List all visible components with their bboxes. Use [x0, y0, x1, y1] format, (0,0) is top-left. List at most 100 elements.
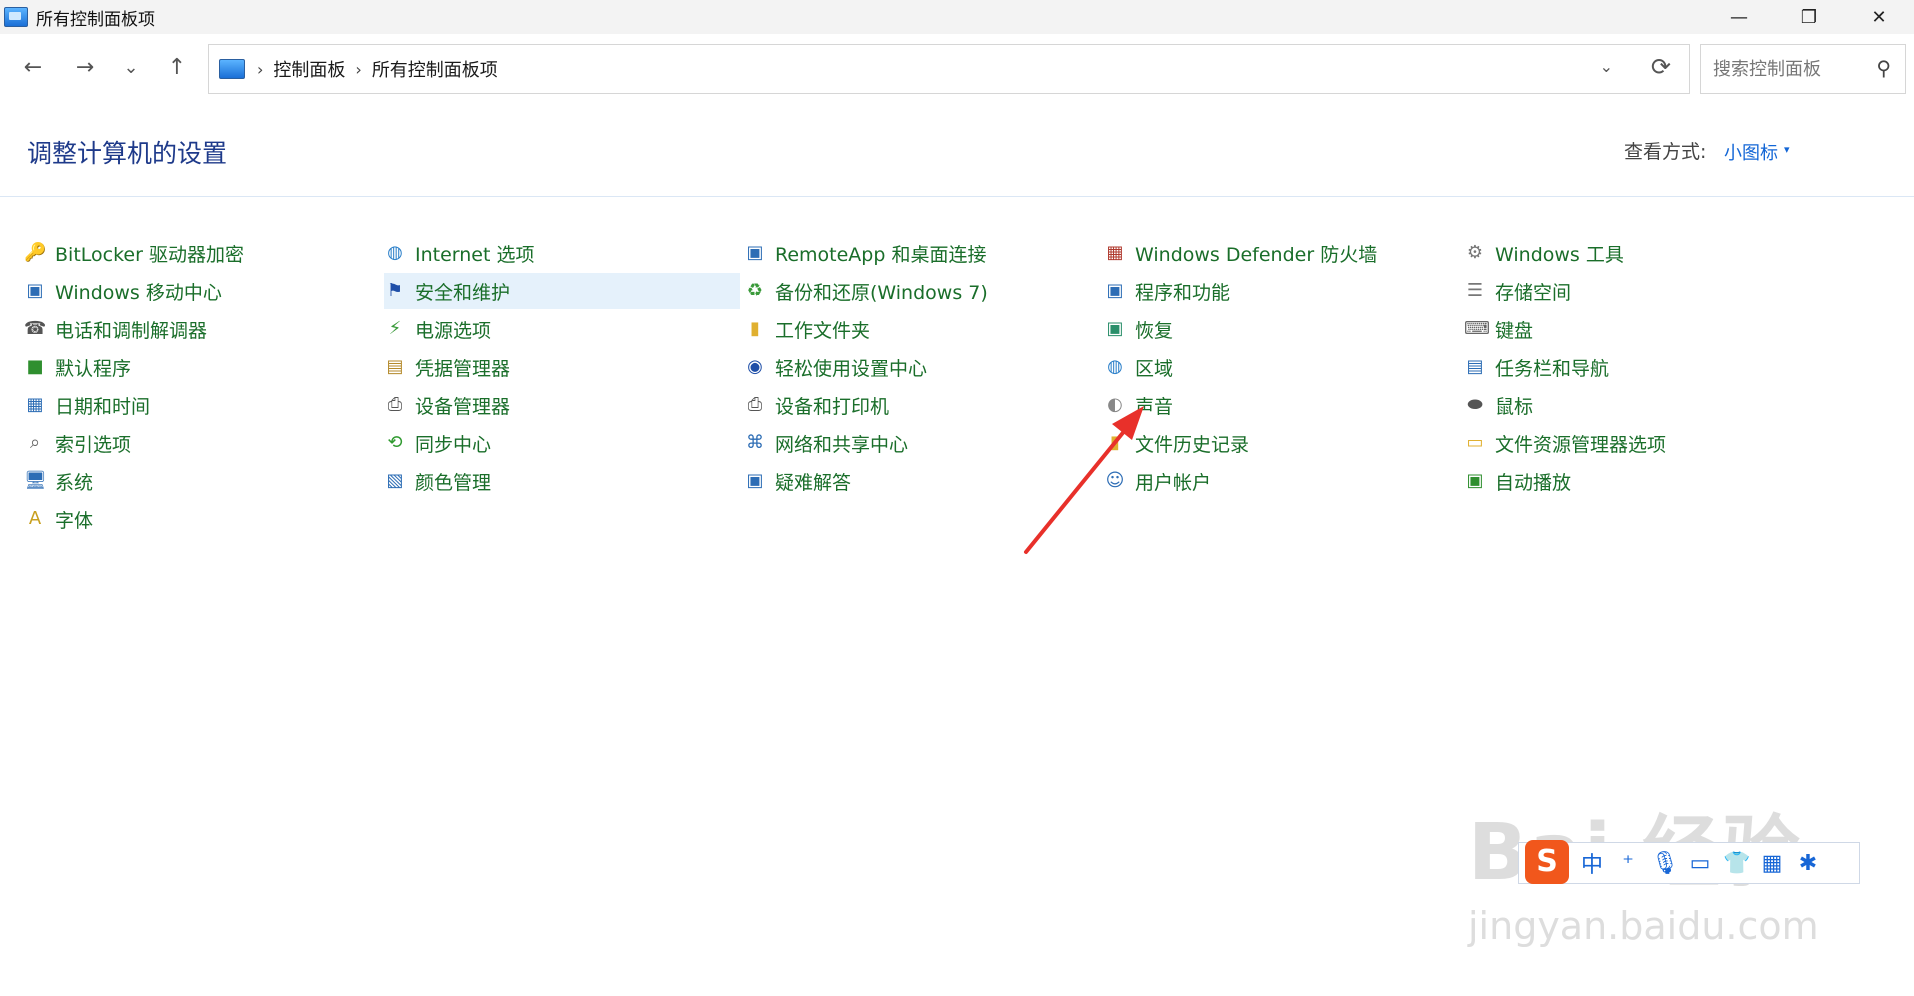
sync-center-icon: ⟲ [387, 432, 403, 453]
item-label: 安全和维护 [415, 281, 511, 304]
item-recovery[interactable]: ▣ 恢复 [1104, 311, 1460, 347]
back-button[interactable]: ← [10, 34, 56, 100]
forward-button[interactable]: → [62, 34, 108, 100]
item-label: 文件资源管理器选项 [1495, 433, 1667, 456]
item-label: 系统 [55, 471, 94, 494]
breadcrumb-all-items[interactable]: 所有控制面板项 [372, 56, 498, 82]
file-explorer-options-icon: ▭ [1466, 432, 1484, 453]
item-label: 设备和打印机 [775, 395, 890, 418]
mobility-center-icon: ▣ [26, 280, 44, 301]
page-title: 调整计算机的设置 [27, 139, 228, 168]
item-label: 颜色管理 [415, 471, 492, 494]
address-bar[interactable]: › 控制面板 › 所有控制面板项 ⌄ ⟳ [208, 44, 1690, 94]
item-network-sharing[interactable]: ⌘ 网络和共享中心 [744, 425, 1100, 461]
troubleshooting-icon: ▣ [746, 470, 764, 491]
ime-toolbar[interactable]: S 中 ⁺ 🎙 ▭ 👕 ▦ ✱ [1518, 840, 1860, 884]
view-by-label: 查看方式: [1624, 141, 1707, 163]
devices-printers-icon: ⎙ [747, 394, 763, 415]
item-user-accounts[interactable]: ☺ 用户帐户 [1104, 463, 1460, 499]
item-phone-modem[interactable]: ☎ 电话和调制解调器 [24, 311, 380, 347]
item-file-history[interactable]: ▮ 文件历史记录 [1104, 425, 1460, 461]
close-button[interactable]: ✕ [1844, 0, 1914, 34]
default-programs-icon: ■ [26, 356, 44, 377]
item-remoteapp[interactable]: ▣ RemoteApp 和桌面连接 [744, 235, 1100, 271]
ime-settings-icon[interactable]: ✱ [1795, 851, 1821, 876]
search-icon[interactable]: ⚲ [1876, 56, 1891, 80]
system-icon: 🖥 [24, 470, 47, 491]
recent-locations-button[interactable]: ⌄ [108, 34, 154, 100]
network-sharing-icon: ⌘ [746, 432, 764, 453]
restore-button[interactable]: ❐ [1774, 0, 1844, 34]
mouse-icon: ⬬ [1467, 394, 1483, 415]
minimize-button[interactable]: — [1704, 0, 1774, 34]
view-by-dropdown[interactable]: 小图标 [1724, 139, 1778, 165]
item-credential-manager[interactable]: ▤ 凭据管理器 [384, 349, 740, 385]
item-programs-features[interactable]: ▣ 程序和功能 [1104, 273, 1460, 309]
item-backup-restore[interactable]: ♻ 备份和还原(Windows 7) [744, 273, 1100, 309]
item-label: 索引选项 [55, 433, 132, 456]
item-indexing-options[interactable]: ⌕ 索引选项 [24, 425, 380, 461]
refresh-button[interactable]: ⟳ [1651, 53, 1671, 81]
breadcrumb-separator: › [257, 59, 264, 79]
item-windows-tools[interactable]: ⚙ Windows 工具 [1464, 235, 1820, 271]
internet-options-icon: ◍ [387, 242, 403, 263]
file-history-icon: ▮ [1110, 432, 1120, 453]
item-label: 恢复 [1135, 319, 1174, 342]
credential-manager-icon: ▤ [386, 356, 404, 377]
keyboard-icon: ⌨ [1464, 318, 1490, 339]
item-power-options[interactable]: ⚡ 电源选项 [384, 311, 740, 347]
region-icon: ◍ [1107, 356, 1123, 377]
item-troubleshooting[interactable]: ▣ 疑难解答 [744, 463, 1100, 499]
item-fonts[interactable]: A 字体 [24, 501, 380, 537]
item-label: 网络和共享中心 [775, 433, 909, 456]
item-internet-options[interactable]: ◍ Internet 选项 [384, 235, 740, 271]
ime-chinese-mode-button[interactable]: 中 [1579, 847, 1605, 879]
item-label: 电话和调制解调器 [55, 319, 208, 342]
item-sound[interactable]: ◐ 声音 [1104, 387, 1460, 423]
ime-punctuation-icon[interactable]: ⁺ [1615, 851, 1641, 876]
item-bitlocker[interactable]: 🔑 BitLocker 驱动器加密 [24, 235, 380, 271]
item-security-maintenance[interactable]: ⚑ 安全和维护 [384, 273, 740, 309]
item-label: 工作文件夹 [775, 319, 871, 342]
bitlocker-icon: 🔑 [24, 242, 47, 263]
ime-toolbox-icon[interactable]: ▦ [1759, 851, 1785, 876]
item-color-management[interactable]: ▧ 颜色管理 [384, 463, 740, 499]
item-mouse[interactable]: ⬬ 鼠标 [1464, 387, 1820, 423]
item-label: 疑难解答 [775, 471, 852, 494]
address-dropdown-button[interactable]: ⌄ [1600, 57, 1613, 76]
item-autoplay[interactable]: ▣ 自动播放 [1464, 463, 1820, 499]
item-default-programs[interactable]: ■ 默认程序 [24, 349, 380, 385]
ime-skin-icon[interactable]: 👕 [1723, 851, 1750, 876]
remoteapp-icon: ▣ [746, 242, 764, 263]
search-box[interactable]: ⚲ [1700, 44, 1906, 94]
up-button[interactable]: ↑ [154, 34, 200, 100]
item-firewall[interactable]: ▦ Windows Defender 防火墙 [1104, 235, 1460, 271]
sogou-logo-icon[interactable]: S [1525, 840, 1569, 884]
item-work-folders[interactable]: ▮ 工作文件夹 [744, 311, 1100, 347]
item-device-manager[interactable]: ⎙ 设备管理器 [384, 387, 740, 423]
item-label: 凭据管理器 [415, 357, 511, 380]
microphone-icon[interactable]: 🎙 [1651, 851, 1679, 876]
item-file-explorer-options[interactable]: ▭ 文件资源管理器选项 [1464, 425, 1820, 461]
item-taskbar-navigation[interactable]: ▤ 任务栏和导航 [1464, 349, 1820, 385]
item-system[interactable]: 🖥 系统 [24, 463, 380, 499]
item-label: 文件历史记录 [1135, 433, 1250, 456]
item-label: RemoteApp 和桌面连接 [775, 243, 987, 266]
device-manager-icon: ⎙ [387, 394, 403, 415]
breadcrumb-control-panel[interactable]: 控制面板 [273, 56, 345, 82]
item-region[interactable]: ◍ 区域 [1104, 349, 1460, 385]
item-date-time[interactable]: ▦ 日期和时间 [24, 387, 380, 423]
ime-keyboard-icon[interactable]: ▭ [1687, 851, 1713, 876]
item-label: 存储空间 [1495, 281, 1572, 304]
item-keyboard[interactable]: ⌨ 键盘 [1464, 311, 1820, 347]
search-input[interactable] [1711, 57, 1875, 81]
backup-restore-icon: ♻ [746, 280, 764, 301]
item-sync-center[interactable]: ⟲ 同步中心 [384, 425, 740, 461]
control-panel-icon [219, 59, 245, 79]
item-ease-of-access[interactable]: ◉ 轻松使用设置中心 [744, 349, 1100, 385]
item-windows-mobility-center[interactable]: ▣ Windows 移动中心 [24, 273, 380, 309]
item-devices-printers[interactable]: ⎙ 设备和打印机 [744, 387, 1100, 423]
item-label: 默认程序 [55, 357, 132, 380]
item-storage-spaces[interactable]: ☰ 存储空间 [1464, 273, 1820, 309]
chevron-down-icon[interactable]: ▾ [1784, 143, 1790, 156]
